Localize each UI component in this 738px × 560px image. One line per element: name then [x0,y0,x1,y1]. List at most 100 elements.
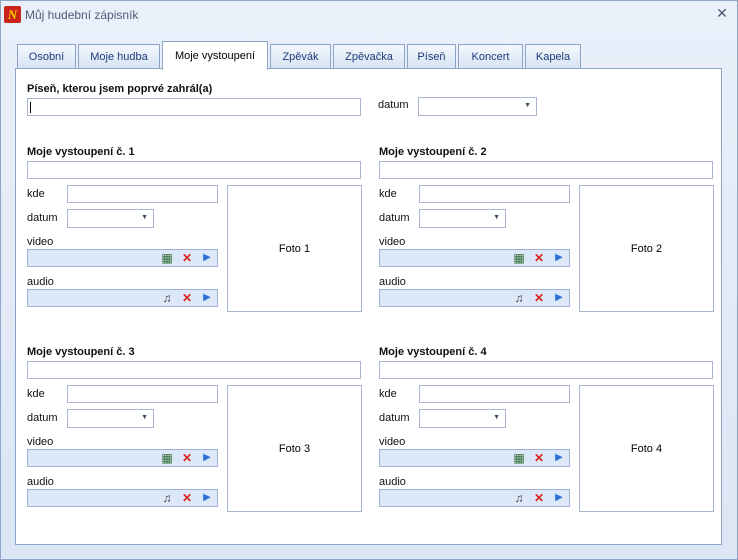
performance-title: Moje vystoupení č. 4 [379,346,487,358]
photo-box[interactable]: Foto 3 [227,385,362,512]
datum-combo[interactable]: ▼ [67,409,154,428]
photo-label: Foto 4 [630,442,663,455]
window-title: Můj hudební zápisník [25,8,139,22]
audio-label: audio [27,276,54,288]
datum-label: datum [379,212,410,224]
film-icon[interactable]: ▦ [160,451,174,465]
delete-x-icon[interactable]: ✕ [532,451,546,465]
tab-zpevacka[interactable]: Zpěvačka [333,44,405,68]
svg-text:N: N [7,7,18,22]
datum-combo[interactable]: ▼ [419,409,506,428]
audio-field[interactable]: ♫ ✕ ▶ [27,489,218,507]
video-label: video [379,436,406,448]
performance-name-input[interactable] [379,161,713,179]
play-icon[interactable]: ▶ [200,491,214,505]
performance-name-input[interactable] [27,361,361,379]
delete-x-icon[interactable]: ✕ [180,291,194,305]
kde-label: kde [379,388,397,400]
tab-osobni[interactable]: Osobní [17,44,76,68]
video-field[interactable]: ▦ ✕ ▶ [27,249,218,267]
audio-field[interactable]: ♫ ✕ ▶ [379,489,570,507]
audio-label: audio [379,476,406,488]
close-icon[interactable]: ✕ [715,6,729,20]
tab-koncert[interactable]: Koncert [458,44,523,68]
performance-4: Moje vystoupení č. 4 kde datum ▼ video ▦… [379,346,714,512]
delete-x-icon[interactable]: ✕ [180,491,194,505]
film-icon[interactable]: ▦ [512,251,526,265]
kde-label: kde [379,188,397,200]
delete-x-icon[interactable]: ✕ [180,451,194,465]
video-label: video [379,236,406,248]
first-song-label: Píseň, kterou jsem poprvé zahrál(a) [27,83,213,95]
performance-name-input[interactable] [27,161,361,179]
audio-label: audio [27,476,54,488]
audio-field[interactable]: ♫ ✕ ▶ [379,289,570,307]
play-icon[interactable]: ▶ [552,451,566,465]
title-bar: N Můj hudební zápisník ✕ [1,1,737,29]
chevron-down-icon: ▼ [524,102,531,109]
chevron-down-icon: ▼ [493,214,500,221]
kde-input[interactable] [419,185,570,203]
datum-combo[interactable]: ▼ [419,209,506,228]
play-icon[interactable]: ▶ [552,291,566,305]
film-icon[interactable]: ▦ [512,451,526,465]
app-logo-icon: N [4,6,21,23]
performance-name-input[interactable] [379,361,713,379]
delete-x-icon[interactable]: ✕ [180,251,194,265]
photo-box[interactable]: Foto 2 [579,185,714,312]
play-icon[interactable]: ▶ [200,451,214,465]
app-window: N Můj hudební zápisník ✕ Osobní Moje hud… [0,0,738,560]
kde-label: kde [27,388,45,400]
delete-x-icon[interactable]: ✕ [532,491,546,505]
video-label: video [27,236,54,248]
delete-x-icon[interactable]: ✕ [532,291,546,305]
chevron-down-icon: ▼ [141,414,148,421]
datum-label: datum [379,412,410,424]
tab-zpevak[interactable]: Zpěvák [270,44,331,68]
chevron-down-icon: ▼ [141,214,148,221]
performance-title: Moje vystoupení č. 2 [379,146,487,158]
first-song-date-label: datum [378,99,409,111]
audio-label: audio [379,276,406,288]
datum-combo[interactable]: ▼ [67,209,154,228]
play-icon[interactable]: ▶ [552,491,566,505]
kde-input[interactable] [67,385,218,403]
delete-x-icon[interactable]: ✕ [532,251,546,265]
photo-label: Foto 2 [630,242,663,255]
video-field[interactable]: ▦ ✕ ▶ [27,449,218,467]
kde-label: kde [27,188,45,200]
performance-2: Moje vystoupení č. 2 kde datum ▼ video ▦… [379,146,714,312]
performance-title: Moje vystoupení č. 3 [27,346,135,358]
play-icon[interactable]: ▶ [200,251,214,265]
video-label: video [27,436,54,448]
music-note-icon[interactable]: ♫ [512,291,526,305]
photo-label: Foto 3 [278,442,311,455]
datum-label: datum [27,412,58,424]
datum-label: datum [27,212,58,224]
tab-panel: Píseň, kterou jsem poprvé zahrál(a) datu… [15,68,722,545]
video-field[interactable]: ▦ ✕ ▶ [379,249,570,267]
first-song-input[interactable] [27,98,361,116]
play-icon[interactable]: ▶ [552,251,566,265]
tab-moje-vystoupeni[interactable]: Moje vystoupení [162,41,268,70]
music-note-icon[interactable]: ♫ [512,491,526,505]
audio-field[interactable]: ♫ ✕ ▶ [27,289,218,307]
photo-box[interactable]: Foto 1 [227,185,362,312]
performance-1: Moje vystoupení č. 1 kde datum ▼ video ▦… [27,146,362,312]
music-note-icon[interactable]: ♫ [160,291,174,305]
performance-title: Moje vystoupení č. 1 [27,146,135,158]
photo-box[interactable]: Foto 4 [579,385,714,512]
kde-input[interactable] [67,185,218,203]
photo-label: Foto 1 [278,242,311,255]
music-note-icon[interactable]: ♫ [160,491,174,505]
tab-kapela[interactable]: Kapela [525,44,581,68]
tab-moje-hudba[interactable]: Moje hudba [78,44,160,68]
play-icon[interactable]: ▶ [200,291,214,305]
chevron-down-icon: ▼ [493,414,500,421]
film-icon[interactable]: ▦ [160,251,174,265]
tab-pisen[interactable]: Píseň [407,44,456,68]
first-song-date-combo[interactable]: ▼ [418,97,537,116]
performance-3: Moje vystoupení č. 3 kde datum ▼ video ▦… [27,346,362,512]
kde-input[interactable] [419,385,570,403]
video-field[interactable]: ▦ ✕ ▶ [379,449,570,467]
